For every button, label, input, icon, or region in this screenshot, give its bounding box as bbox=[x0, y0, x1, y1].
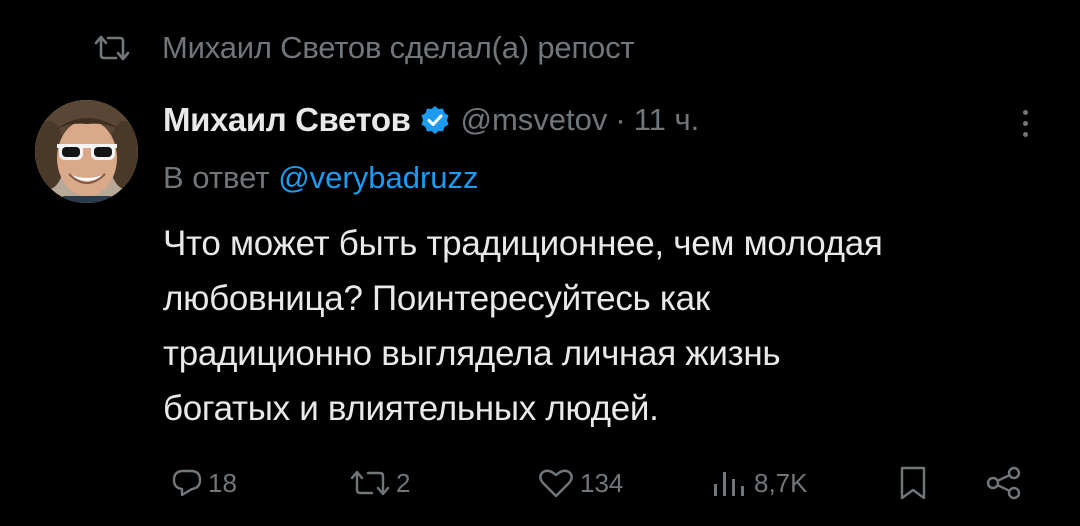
reply-count: 18 bbox=[208, 467, 237, 498]
repost-count: 2 bbox=[396, 467, 411, 498]
reply-icon bbox=[172, 469, 202, 497]
repost-header: Михаил Светов сделал(а) репост bbox=[92, 28, 635, 68]
repost-button[interactable]: 2 bbox=[348, 458, 410, 508]
avatar[interactable] bbox=[35, 100, 138, 203]
analytics-icon bbox=[714, 472, 744, 496]
repost-text[interactable]: Михаил Светов сделал(а) репост bbox=[162, 30, 635, 66]
author-name[interactable]: Михаил Светов bbox=[163, 101, 411, 139]
reply-button[interactable]: 18 bbox=[170, 458, 237, 508]
tweet-text-line: Что может быть традиционнее, чем молодая bbox=[163, 224, 883, 263]
heart-icon bbox=[539, 469, 573, 498]
reply-prefix: В ответ bbox=[163, 160, 270, 195]
views-count: 8,7K bbox=[754, 467, 808, 498]
share-icon bbox=[986, 466, 1021, 500]
reply-handle-link[interactable]: @verybadruzz bbox=[278, 160, 478, 195]
repost-action-icon bbox=[350, 470, 390, 496]
more-dot-icon bbox=[1022, 120, 1028, 126]
bookmark-icon bbox=[900, 466, 926, 500]
action-bar: 18 2 134 8,7K bbox=[0, 458, 1080, 508]
tweet-text: Что может быть традиционнее, чем молодая… bbox=[163, 216, 1063, 436]
more-dot-icon bbox=[1022, 131, 1028, 137]
tweet-text-line: традиционно выглядела личная жизнь bbox=[163, 334, 781, 373]
tweet[interactable]: Михаил Светов сделал(а) репост Михаил Св… bbox=[0, 0, 1080, 526]
like-button[interactable]: 134 bbox=[536, 458, 623, 508]
tweet-time[interactable]: 11 ч. bbox=[634, 102, 700, 138]
tweet-text-line: любовница? Поинтересуйтесь как bbox=[163, 279, 710, 318]
tweet-text-line: богатых и влиятельных людей. bbox=[163, 389, 659, 428]
verified-badge-icon bbox=[421, 106, 449, 134]
share-button[interactable] bbox=[984, 458, 1024, 508]
tweet-header: Михаил Светов @msvetov · 11 ч. bbox=[163, 98, 699, 142]
more-options-button[interactable] bbox=[1012, 103, 1038, 143]
like-count: 134 bbox=[580, 467, 624, 498]
repost-icon bbox=[94, 35, 130, 61]
reply-context: В ответ @verybadruzz bbox=[163, 156, 479, 200]
more-dot-icon bbox=[1022, 109, 1028, 115]
author-handle[interactable]: @msvetov bbox=[460, 102, 607, 138]
separator-dot: · bbox=[615, 102, 626, 137]
views-button[interactable]: 8,7K bbox=[710, 458, 808, 508]
bookmark-button[interactable] bbox=[896, 458, 930, 508]
